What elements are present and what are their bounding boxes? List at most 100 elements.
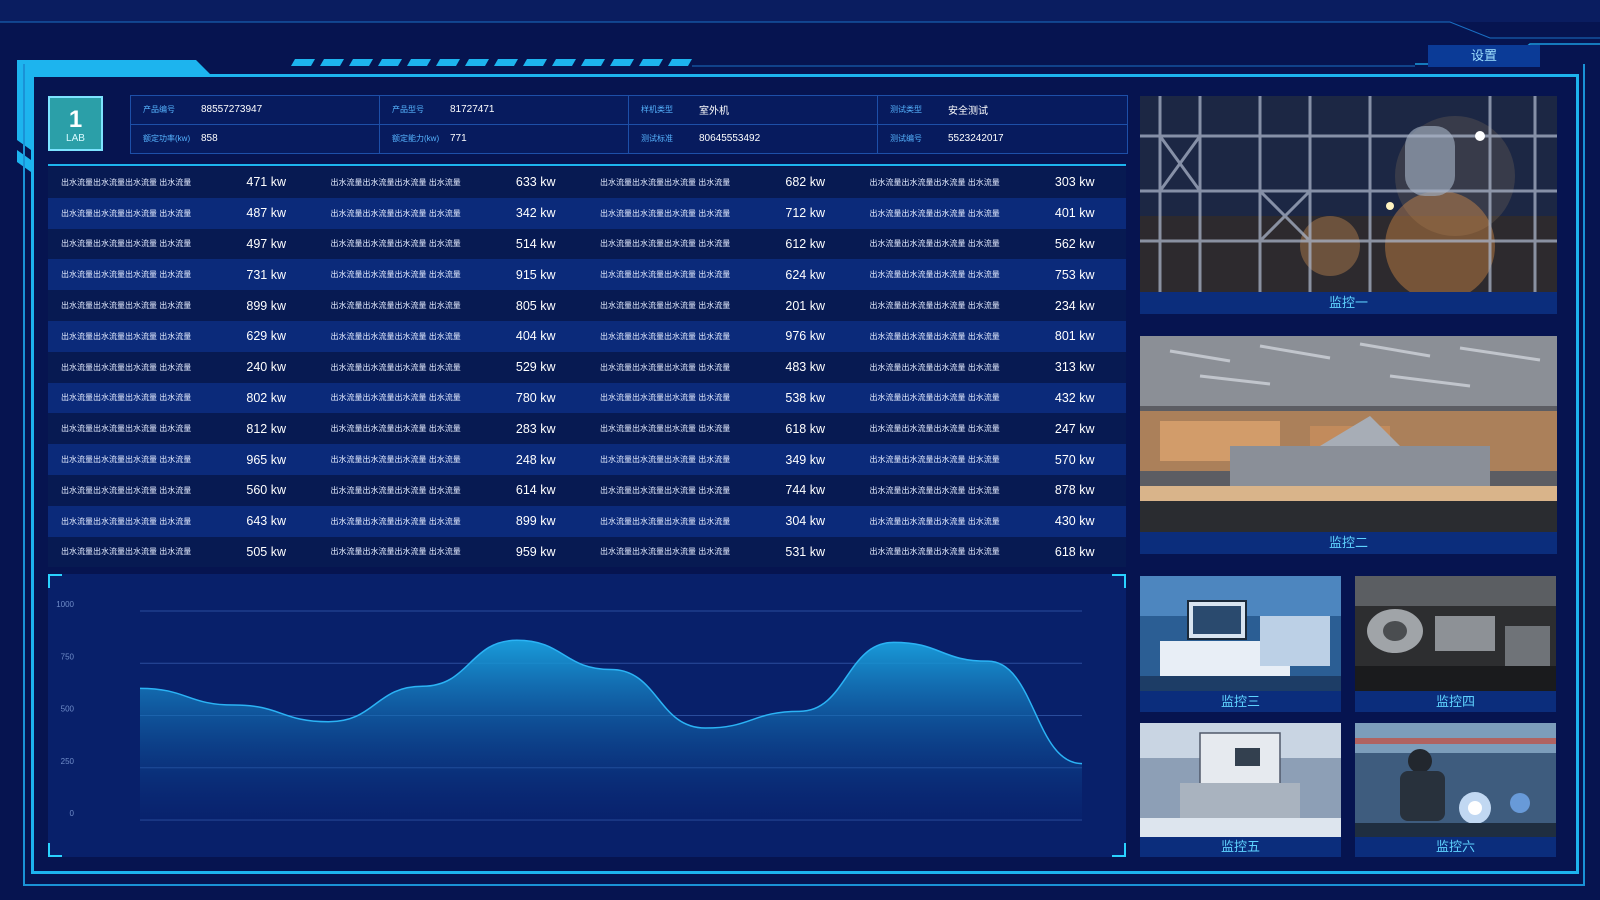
- cell-value: 780 kw: [515, 390, 556, 405]
- monitor-image: [1140, 96, 1557, 292]
- cell-value: 976 kw: [785, 329, 825, 344]
- cell-label: 出水流量出水流量出水流量 出水流量: [600, 393, 731, 403]
- cell-value: 430 kw: [1054, 514, 1095, 529]
- cell-value: 965 kw: [246, 452, 286, 467]
- corner-marker: [1112, 843, 1126, 857]
- settings-button[interactable]: 设置: [1428, 45, 1540, 67]
- cell-label: 出水流量出水流量出水流量 出水流量: [61, 485, 192, 495]
- monitor-2[interactable]: 监控二: [1140, 336, 1557, 554]
- cell-value: 802 kw: [246, 390, 286, 405]
- cell-value: 401 kw: [1054, 206, 1095, 221]
- cell-value: 531 kw: [785, 544, 825, 559]
- monitor-4[interactable]: 监控四: [1355, 576, 1556, 712]
- cell-value: 248 kw: [515, 452, 556, 467]
- cell-value: 514 kw: [515, 236, 556, 251]
- table-cell: 出水流量出水流量出水流量 出水流量 802 kw: [48, 391, 318, 405]
- monitor-5[interactable]: 监控五: [1140, 723, 1341, 857]
- corner-marker: [48, 843, 62, 857]
- monitor-6[interactable]: 监控六: [1355, 723, 1556, 857]
- cell-label: 出水流量出水流量出水流量 出水流量: [869, 547, 1000, 557]
- info-prototype-type: 样机类型 室外机: [629, 96, 878, 125]
- cell-value: 618 kw: [1054, 544, 1095, 559]
- cell-value: 633 kw: [515, 175, 556, 190]
- table-row: 出水流量出水流量出水流量 出水流量 643 kw 出水流量出水流量出水流量 出水流量…: [48, 505, 1126, 537]
- table-cell: 出水流量出水流量出水流量 出水流量 878 kw: [857, 483, 1127, 497]
- table-cell: 出水流量出水流量出水流量 出水流量 629 kw: [48, 329, 318, 343]
- cell-label: 出水流量出水流量出水流量 出水流量: [600, 516, 731, 526]
- table-cell: 出水流量出水流量出水流量 出水流量 959 kw: [318, 545, 588, 559]
- cell-label: 出水流量出水流量出水流量 出水流量: [330, 393, 461, 403]
- cell-label: 出水流量出水流量出水流量 出水流量: [330, 270, 461, 280]
- cell-label: 出水流量出水流量出水流量 出水流量: [869, 331, 1000, 341]
- table-cell: 出水流量出水流量出水流量 出水流量 497 kw: [48, 237, 318, 251]
- table-cell: 出水流量出水流量出水流量 出水流量 342 kw: [318, 206, 588, 220]
- cell-label: 出水流量出水流量出水流量 出水流量: [61, 516, 192, 526]
- cell-value: 303 kw: [1054, 175, 1095, 190]
- chart-panel: 1000 750 500 250 0: [48, 574, 1126, 857]
- lab-label: LAB: [66, 133, 85, 144]
- cell-value: 432 kw: [1054, 390, 1095, 405]
- table-row: 出水流量出水流量出水流量 出水流量 812 kw 出水流量出水流量出水流量 出水流量…: [48, 413, 1126, 445]
- table-cell: 出水流量出水流量出水流量 出水流量 248 kw: [318, 453, 588, 467]
- table-cell: 出水流量出水流量出水流量 出水流量 471 kw: [48, 175, 318, 189]
- cell-label: 出水流量出水流量出水流量 出水流量: [330, 424, 461, 434]
- info-label: 测试标准: [641, 134, 673, 144]
- table-row: 出水流量出水流量出水流量 出水流量 731 kw 出水流量出水流量出水流量 出水流量…: [48, 259, 1127, 291]
- info-label: 样机类型: [641, 105, 673, 115]
- cell-label: 出水流量出水流量出水流量 出水流量: [869, 455, 1000, 465]
- cell-label: 出水流量出水流量出水流量 出水流量: [330, 301, 461, 311]
- monitor-label: 监控一: [1328, 295, 1368, 310]
- monitor-image: [1140, 336, 1557, 532]
- cell-value: 744 kw: [785, 483, 825, 498]
- cell-label: 出水流量出水流量出水流量 出水流量: [330, 239, 461, 249]
- cell-value: 560 kw: [246, 483, 286, 498]
- monitor-image: [1140, 576, 1341, 691]
- cell-label: 出水流量出水流量出水流量 出水流量: [869, 362, 1000, 372]
- cell-value: 812 kw: [246, 421, 286, 436]
- table-row: 出水流量出水流量出水流量 出水流量 487 kw 出水流量出水流量出水流量 出水流量…: [48, 197, 1126, 229]
- cell-value: 753 kw: [1054, 267, 1095, 282]
- table-cell: 出水流量出水流量出水流量 出水流量 570 kw: [857, 453, 1127, 467]
- monitor-1[interactable]: 监控一: [1140, 96, 1557, 314]
- y-tick-label: 750: [61, 652, 75, 661]
- cell-value: 899 kw: [246, 298, 286, 313]
- top-bar: [0, 0, 1600, 22]
- cell-label: 出水流量出水流量出水流量 出水流量: [330, 362, 461, 372]
- table-cell: 出水流量出水流量出水流量 出水流量 633 kw: [318, 175, 588, 189]
- cell-label: 出水流量出水流量出水流量 出水流量: [600, 270, 731, 280]
- cell-label: 出水流量出水流量出水流量 出水流量: [61, 393, 192, 403]
- cell-label: 出水流量出水流量出水流量 出水流量: [869, 516, 1000, 526]
- cell-value: 712 kw: [785, 206, 825, 221]
- monitor-3[interactable]: 监控三: [1140, 576, 1341, 712]
- cell-value: 562 kw: [1054, 236, 1095, 251]
- info-value: 5523242017: [948, 133, 1004, 145]
- table-cell: 出水流量出水流量出水流量 出水流量 899 kw: [318, 514, 588, 528]
- info-value: 80645553492: [699, 133, 761, 145]
- flow-table: 出水流量出水流量出水流量 出水流量 471 kw 出水流量出水流量出水流量 出水流量…: [48, 167, 1127, 568]
- cell-value: 624 kw: [785, 267, 825, 282]
- table-cell: 出水流量出水流量出水流量 出水流量 303 kw: [857, 175, 1127, 189]
- cell-value: 915 kw: [515, 267, 556, 282]
- product-info-panel: 产品编号 88557273947 产品型号 81727471 样机类型 室外机 测试类…: [130, 95, 1128, 154]
- cell-label: 出水流量出水流量出水流量 出水流量: [61, 177, 192, 187]
- table-cell: 出水流量出水流量出水流量 出水流量 753 kw: [857, 268, 1127, 282]
- info-value: 858: [201, 133, 218, 145]
- cell-label: 出水流量出水流量出水流量 出水流量: [869, 424, 1000, 434]
- cell-value: 643 kw: [246, 514, 286, 529]
- cell-label: 出水流量出水流量出水流量 出水流量: [61, 270, 192, 280]
- info-product-id: 产品编号 88557273947: [131, 96, 380, 125]
- info-product-model: 产品型号 81727471: [380, 96, 629, 125]
- table-cell: 出水流量出水流量出水流量 出水流量 487 kw: [48, 206, 318, 220]
- table-cell: 出水流量出水流量出水流量 出水流量 283 kw: [318, 422, 588, 436]
- cell-label: 出水流量出水流量出水流量 出水流量: [61, 208, 192, 218]
- table-row: 出水流量出水流量出水流量 出水流量 560 kw 出水流量出水流量出水流量 出水流量…: [48, 474, 1127, 506]
- corner-marker: [1112, 574, 1126, 588]
- table-cell: 出水流量出水流量出水流量 出水流量 624 kw: [587, 268, 857, 282]
- cell-value: 731 kw: [246, 267, 286, 282]
- info-test-number: 测试编号 5523242017: [878, 125, 1127, 154]
- y-tick-label: 250: [61, 757, 75, 766]
- table-row: 出水流量出水流量出水流量 出水流量 899 kw 出水流量出水流量出水流量 出水流量…: [48, 290, 1126, 321]
- cell-value: 471 kw: [246, 175, 286, 190]
- info-label: 产品编号: [143, 105, 175, 115]
- info-label: 测试类型: [890, 105, 922, 115]
